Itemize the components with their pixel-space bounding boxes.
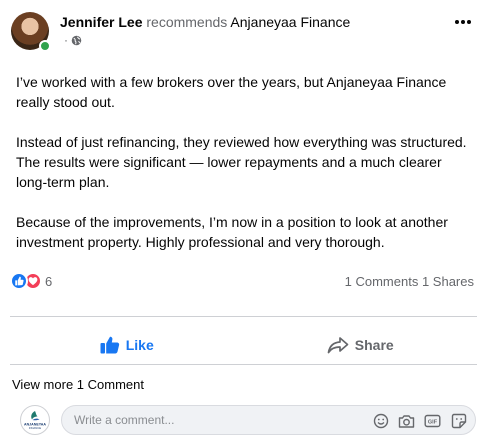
post-body: I’ve worked with a few brokers over the …: [16, 72, 476, 272]
gif-icon[interactable]: GIF: [424, 412, 441, 429]
comment-tools: GIF: [372, 412, 467, 429]
post-actions: Like Share: [10, 330, 477, 360]
engagement-counts: 1 Comments 1 Shares: [345, 274, 474, 289]
camera-icon[interactable]: [398, 412, 415, 429]
share-arrow-icon: [327, 337, 349, 354]
post-paragraph: Because of the improvements, I’m now in …: [16, 214, 448, 250]
recommends-text: recommends: [146, 14, 228, 30]
reaction-count: 6: [45, 273, 53, 289]
post-title-line: Jennifer Lee recommends Anjaneyaa Financ…: [60, 14, 350, 30]
post-header: Jennifer Lee recommends Anjaneyaa Financ…: [10, 10, 477, 54]
svg-text:FINANCE: FINANCE: [29, 426, 41, 430]
view-more-comments-link[interactable]: View more 1 Comment: [12, 377, 144, 392]
sticker-icon[interactable]: [450, 412, 467, 429]
more-options-icon[interactable]: [451, 12, 475, 32]
comment-box[interactable]: GIF: [61, 405, 476, 435]
shares-count[interactable]: 1 Shares: [422, 274, 474, 289]
share-button[interactable]: Share: [244, 330, 478, 360]
post-meta: ·: [64, 33, 82, 47]
comment-composer: ANJANEYAA FINANCE GIF: [20, 404, 478, 436]
comment-input[interactable]: [74, 413, 334, 427]
like-label: Like: [125, 337, 154, 353]
like-button[interactable]: Like: [10, 330, 244, 360]
comments-count[interactable]: 1 Comments: [345, 274, 419, 289]
like-reaction-icon: [10, 272, 28, 290]
post-paragraph: Instead of just refinancing, they review…: [16, 134, 467, 190]
thumbs-up-icon: [100, 336, 119, 354]
emoji-icon[interactable]: [372, 412, 389, 429]
divider: [10, 364, 477, 365]
globe-icon[interactable]: [71, 35, 82, 46]
svg-text:GIF: GIF: [428, 419, 438, 425]
page-avatar[interactable]: ANJANEYAA FINANCE: [20, 405, 50, 435]
online-status-indicator: [39, 40, 51, 52]
author-name[interactable]: Jennifer Lee: [60, 14, 142, 30]
reactions-summary[interactable]: 6: [10, 272, 52, 290]
share-label: Share: [354, 337, 394, 353]
post-stats: 6 1 Comments 1 Shares: [10, 270, 477, 294]
meta-separator: ·: [64, 33, 68, 47]
divider: [10, 316, 477, 317]
page-name-link[interactable]: Anjaneyaa Finance: [230, 14, 350, 30]
anjaneyaa-finance-logo: ANJANEYAA FINANCE: [24, 411, 46, 430]
post-paragraph: I’ve worked with a few brokers over the …: [16, 74, 447, 110]
